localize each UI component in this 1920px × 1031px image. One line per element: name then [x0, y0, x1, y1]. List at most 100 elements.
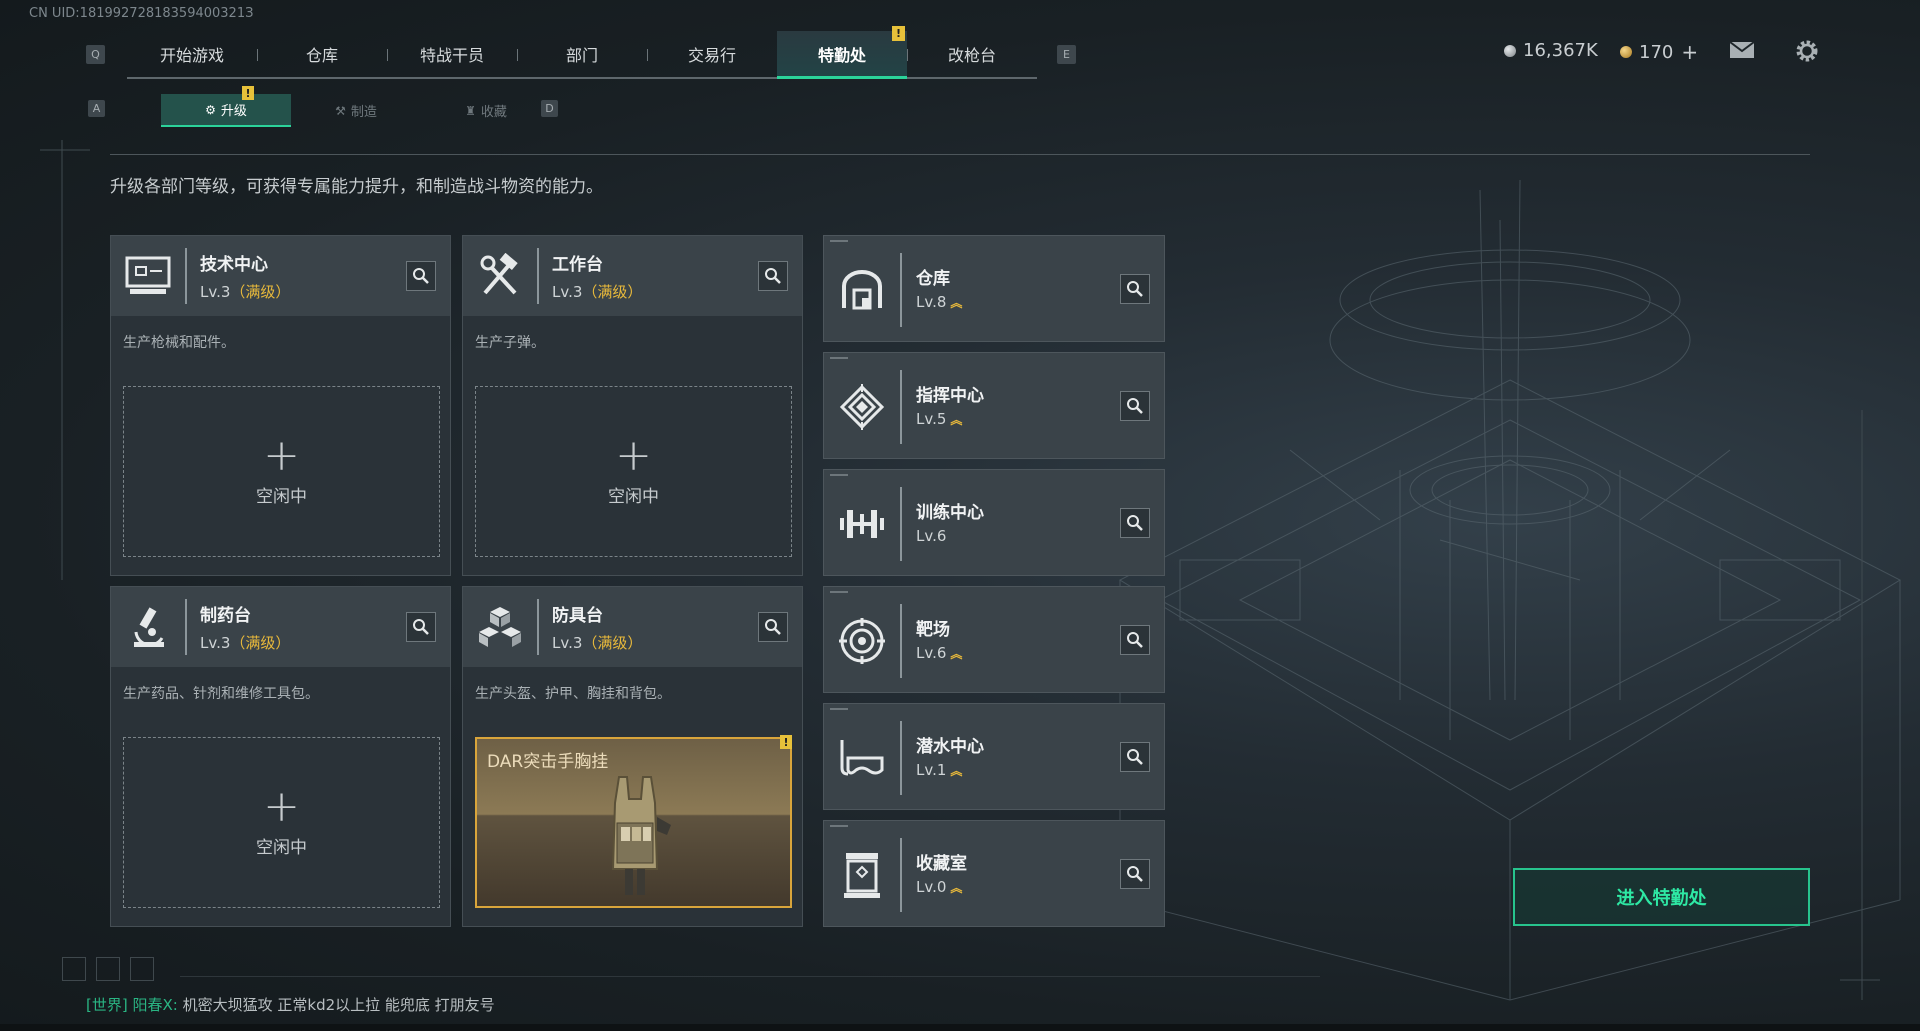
max-level-tag: （满级） [582, 283, 643, 301]
card-pharmacy[interactable]: 制药台 Lv.3（满级） 生产药品、针剂和维修工具包。 + 空闲中 [110, 586, 451, 927]
card-description: 生产子弹。 [475, 335, 545, 351]
gold-currency[interactable]: 170 + [1620, 40, 1698, 64]
tab-special-ops[interactable]: 特勤处 [777, 31, 907, 79]
subtab-craft-label: 制造 [350, 105, 377, 120]
card-title: 指挥中心 [916, 386, 984, 406]
chat-channel: [世界] [86, 996, 128, 1014]
gold-coin-icon [1620, 46, 1632, 58]
card-level: Lv.0 [916, 878, 947, 896]
card-level: Lv.3 [552, 283, 583, 301]
quick-slot-icon[interactable] [130, 957, 154, 981]
card-armor-bench[interactable]: 防具台 Lv.3（满级） 生产头盔、护甲、胸挂和背包。 DAR突击手胸挂 ! [462, 586, 803, 927]
item-alert-badge: ! [780, 735, 792, 749]
craft-slot-empty[interactable]: + 空闲中 [123, 737, 440, 908]
search-icon[interactable] [1120, 391, 1150, 421]
card-title: 收藏室 [916, 854, 967, 874]
settings-gear-icon[interactable] [1794, 38, 1820, 64]
card-training-center[interactable]: 训练中心 Lv.6 [823, 469, 1165, 576]
gold-amount: 170 [1639, 41, 1674, 63]
key-hint-e: E [1057, 45, 1076, 64]
armor-blocks-icon [463, 599, 539, 655]
sub-nav: ⚙ 升级 ⚒ 制造 ♜ 收藏 [161, 94, 551, 127]
search-icon[interactable] [406, 261, 436, 291]
card-warehouse[interactable]: 仓库 Lv.8 ︽ [823, 235, 1165, 342]
special-ops-alert-badge: ! [892, 26, 905, 41]
tab-gunsmith[interactable]: 改枪台 [907, 31, 1037, 77]
hammer-wrench-icon [463, 248, 539, 304]
card-title: 潜水中心 [916, 737, 984, 757]
card-title: 技术中心 [200, 255, 268, 275]
corner-mark [830, 708, 848, 710]
tab-trade[interactable]: 交易行 [647, 31, 777, 77]
search-icon[interactable] [1120, 508, 1150, 538]
tab-warehouse[interactable]: 仓库 [257, 31, 387, 77]
key-hint-d: D [541, 100, 558, 117]
chat-message: 机密大坝猛攻 正常kd2以上拉 能兜底 打朋友号 [182, 996, 495, 1014]
card-description: 生产枪械和配件。 [123, 335, 235, 351]
craft-icon: ⚒ [335, 103, 346, 118]
search-icon[interactable] [1120, 625, 1150, 655]
search-icon[interactable] [758, 261, 788, 291]
key-hint-a: A [88, 100, 105, 117]
quick-slot-icon[interactable] [62, 957, 86, 981]
subtab-collect[interactable]: ♜ 收藏 [421, 94, 551, 127]
enter-special-ops-button[interactable]: 进入特勤处 [1513, 868, 1810, 926]
slot-status: 空闲中 [608, 487, 659, 507]
card-title: 防具台 [552, 606, 603, 626]
add-gold-button[interactable]: + [1681, 40, 1698, 64]
card-title: 制药台 [200, 606, 251, 626]
card-title: 工作台 [552, 255, 603, 275]
tab-start-game[interactable]: 开始游戏 [127, 31, 257, 77]
page-description: 升级各部门等级，可获得专属能力提升，和制造战斗物资的能力。 [110, 177, 603, 197]
divider-line [110, 154, 1810, 155]
chat-user[interactable]: 阳春X: [133, 996, 178, 1014]
subtab-craft[interactable]: ⚒ 制造 [291, 94, 421, 127]
upgrade-alert-badge: ! [242, 86, 254, 100]
player-uid: CN UID:18199272818359400321З [29, 6, 254, 21]
mail-icon[interactable] [1728, 39, 1756, 61]
card-tech-center[interactable]: 技术中心 Lv.3（满级） 生产枪械和配件。 + 空闲中 [110, 235, 451, 576]
upgrade-available-icon: ︽ [950, 413, 963, 427]
search-icon[interactable] [406, 612, 436, 642]
tab-operators[interactable]: 特战干员 [387, 31, 517, 77]
search-icon[interactable] [1120, 274, 1150, 304]
slot-status: 空闲中 [256, 487, 307, 507]
subtab-upgrade[interactable]: ⚙ 升级 [161, 94, 291, 127]
add-icon: + [263, 781, 300, 832]
tab-departments[interactable]: 部门 [517, 31, 647, 77]
subtab-upgrade-label: 升级 [220, 104, 247, 119]
crafting-item-name: DAR突击手胸挂 [487, 752, 609, 772]
dumbbell-icon [824, 487, 902, 561]
upgrade-available-icon: ︽ [950, 881, 963, 895]
max-level-tag: （满级） [230, 634, 291, 652]
card-workbench[interactable]: 工作台 Lv.3（满级） 生产子弹。 + 空闲中 [462, 235, 803, 576]
craft-slot-empty[interactable]: + 空闲中 [123, 386, 440, 557]
key-hint-q: Q [86, 45, 105, 64]
search-icon[interactable] [758, 612, 788, 642]
craft-slot-empty[interactable]: + 空闲中 [475, 386, 792, 557]
chat-divider [180, 976, 1320, 977]
corner-mark [830, 357, 848, 359]
search-icon[interactable] [1120, 742, 1150, 772]
crafting-item-slot[interactable]: DAR突击手胸挂 ! [475, 735, 792, 908]
card-level: Lv.3 [200, 634, 231, 652]
world-chat[interactable]: [世界] 阳春X: 机密大坝猛攻 正常kd2以上拉 能兜底 打朋友号 [86, 994, 495, 1015]
card-diving-center[interactable]: 潜水中心 Lv.1 ︽ [823, 703, 1165, 810]
collection-box-icon [824, 838, 902, 912]
max-level-tag: （满级） [230, 283, 291, 301]
bottom-quick-icons [62, 957, 154, 981]
command-diamond-icon [824, 370, 902, 444]
microscope-icon [111, 599, 187, 655]
upgrade-available-icon: ︽ [950, 764, 963, 778]
card-shooting-range[interactable]: 靶场 Lv.6 ︽ [823, 586, 1165, 693]
card-collection-room[interactable]: 收藏室 Lv.0 ︽ [823, 820, 1165, 927]
silver-coin-icon [1504, 44, 1516, 57]
quick-slot-icon[interactable] [96, 957, 120, 981]
computer-icon [111, 248, 187, 304]
card-command-center[interactable]: 指挥中心 Lv.5 ︽ [823, 352, 1165, 459]
subtab-collect-label: 收藏 [480, 105, 507, 120]
add-icon: + [263, 430, 300, 481]
search-icon[interactable] [1120, 859, 1150, 889]
max-level-tag: （满级） [582, 634, 643, 652]
card-level: Lv.3 [552, 634, 583, 652]
